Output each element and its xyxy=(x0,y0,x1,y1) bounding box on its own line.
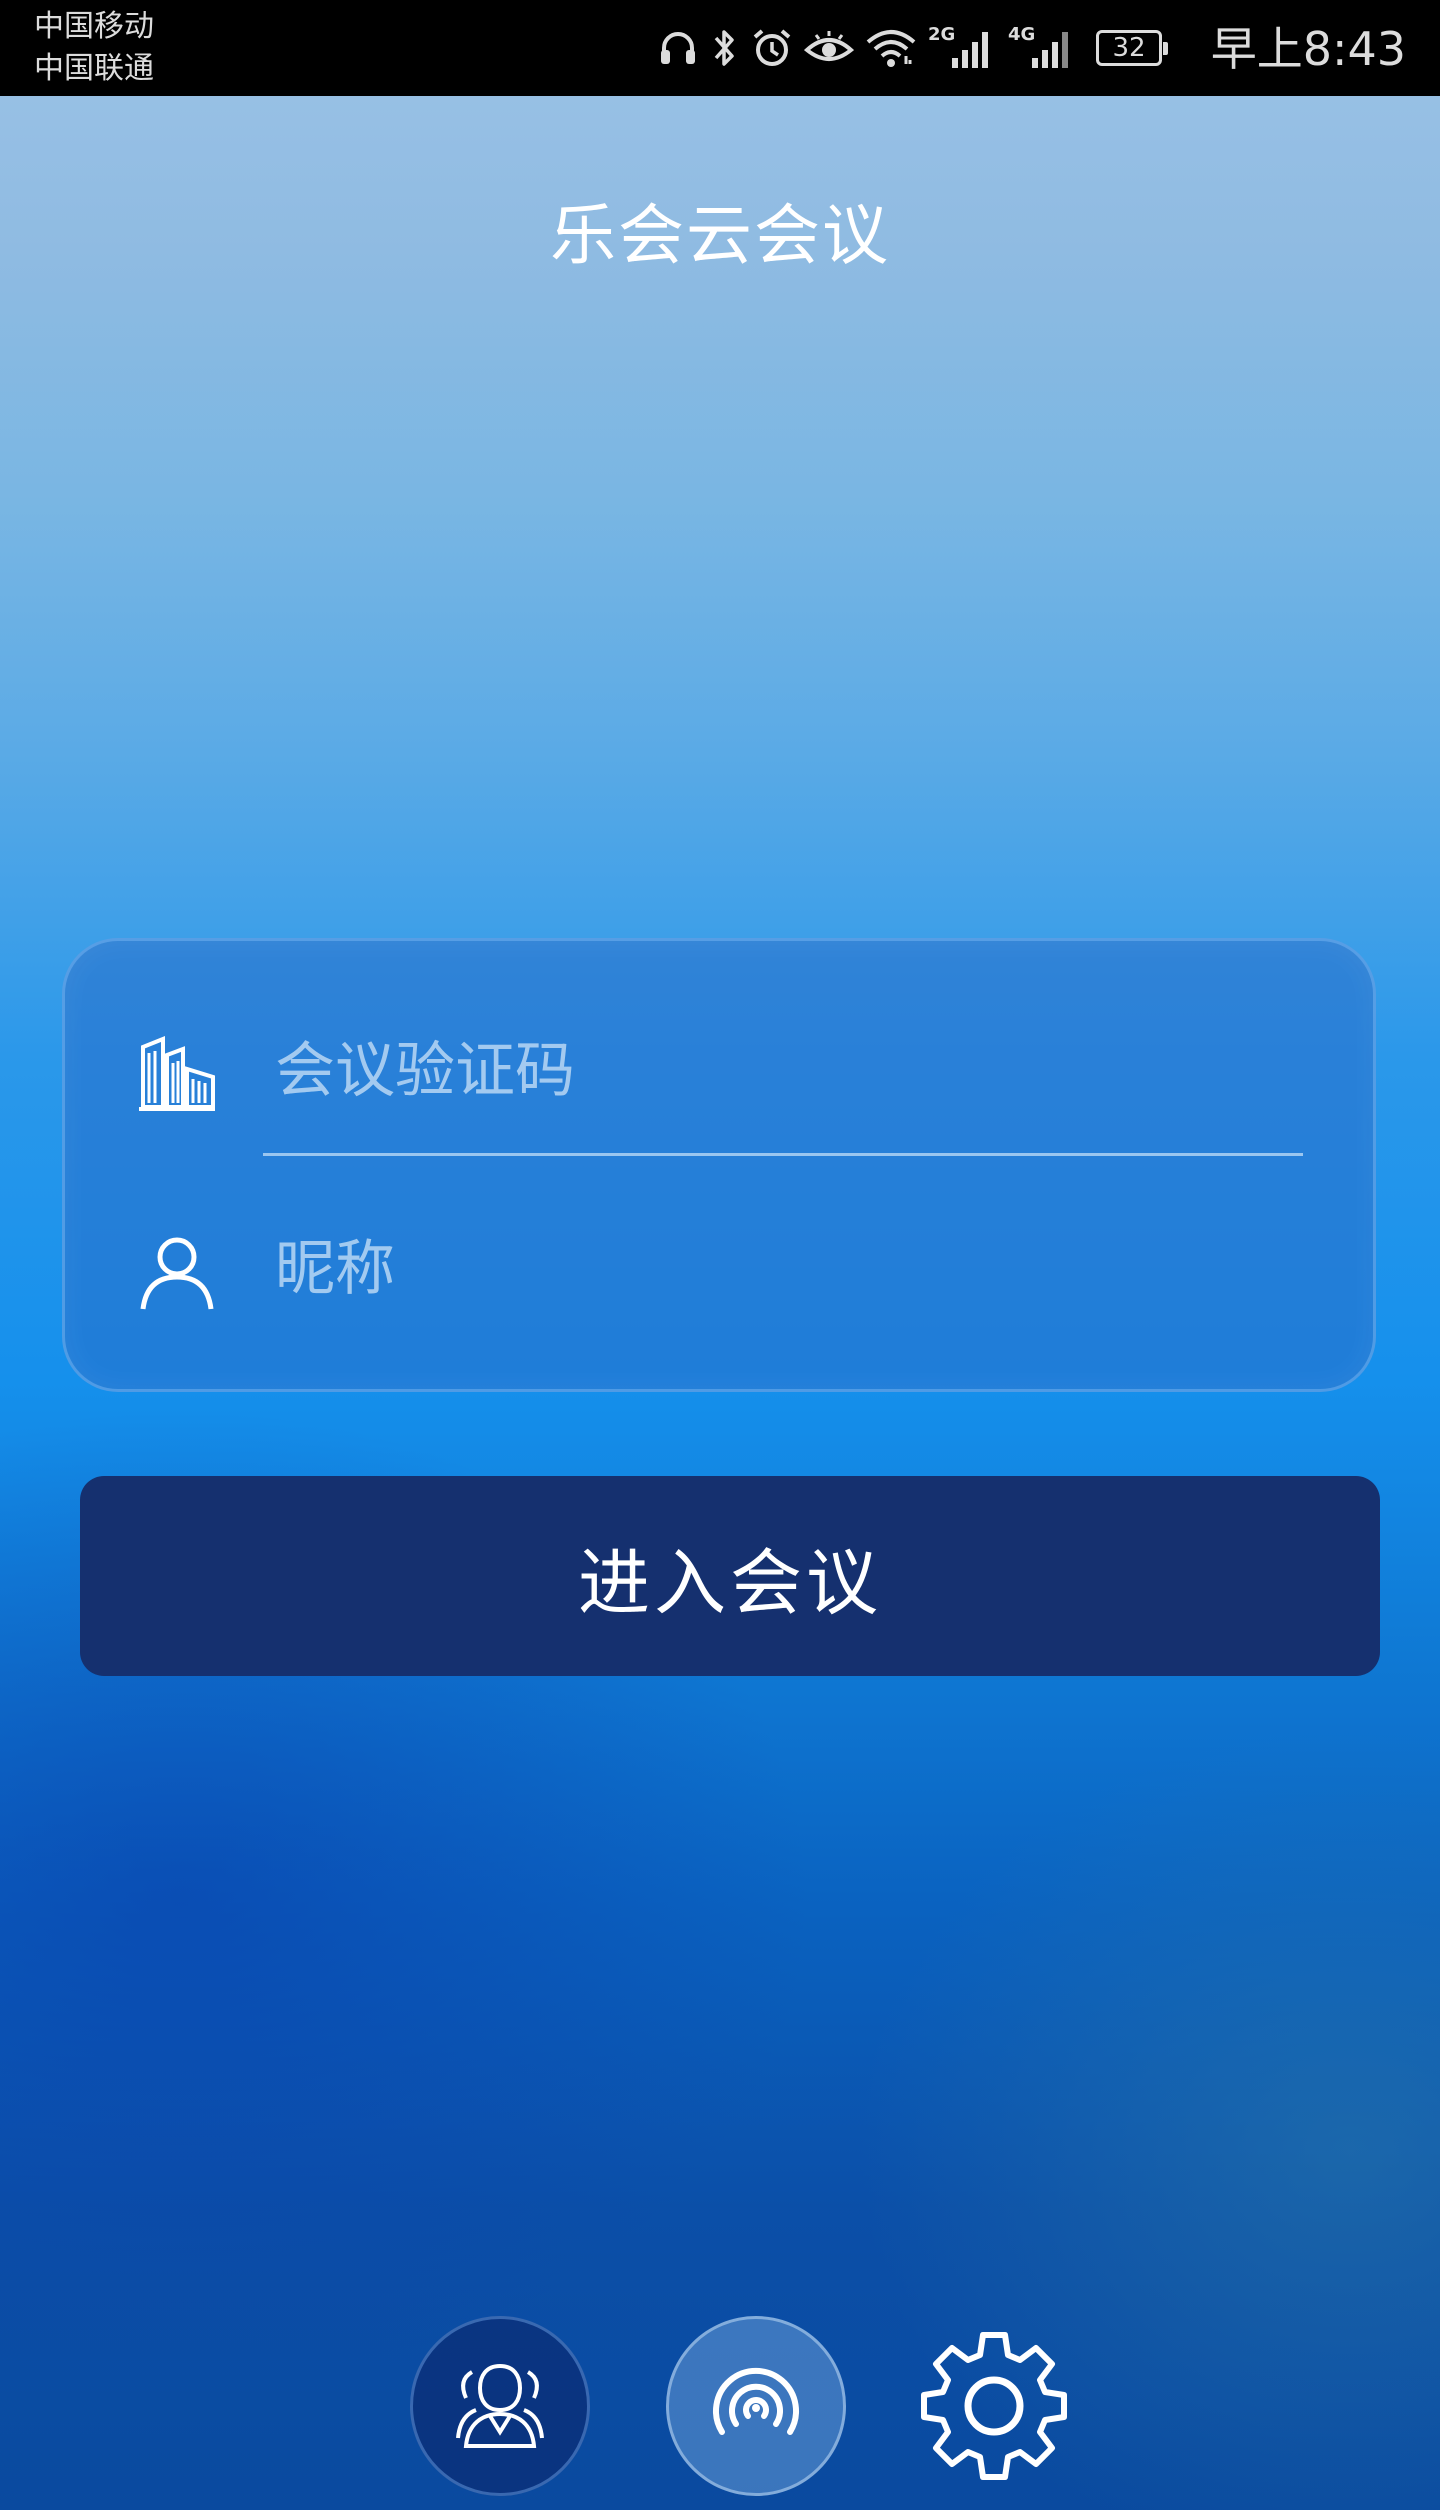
nickname-row xyxy=(65,1209,1373,1329)
settings-button[interactable] xyxy=(906,2316,1082,2496)
contacts-icon xyxy=(456,2363,544,2448)
signal-2g-icon: 2G xyxy=(928,24,998,72)
headset-icon xyxy=(661,32,695,64)
enter-meeting-button[interactable]: 进入会议 xyxy=(80,1476,1380,1676)
battery-level: 32 xyxy=(1112,33,1146,63)
signal-4g-icon: 4G xyxy=(1008,24,1078,72)
eye-comfort-icon xyxy=(804,31,854,61)
contacts-button[interactable] xyxy=(410,2316,590,2496)
carrier-name-primary: 中国移动 xyxy=(34,9,154,44)
bluetooth-icon xyxy=(714,30,734,66)
status-clock: 早上8:43 xyxy=(1210,22,1406,76)
wifi-icon xyxy=(866,30,916,67)
login-form-card xyxy=(62,938,1376,1392)
page-title: 乐会云会议 xyxy=(550,197,890,274)
bottom-nav xyxy=(0,2316,1440,2502)
user-icon xyxy=(140,1237,214,1310)
meeting-code-row xyxy=(65,1011,1373,1131)
carrier-name-secondary: 中国联通 xyxy=(34,51,154,86)
battery-icon: 32 xyxy=(1096,30,1168,66)
broadcast-button[interactable] xyxy=(666,2316,846,2496)
status-icons: 2G 4G 32 xyxy=(656,22,1168,74)
alarm-icon xyxy=(753,29,791,66)
settings-gear-icon xyxy=(921,2332,1067,2480)
status-bar: 中国移动 中国联通 2G 4G 32 早上8:43 xyxy=(0,0,1440,96)
field-divider xyxy=(263,1153,1303,1156)
nickname-input[interactable] xyxy=(275,1227,1275,1311)
signal-broadcast-icon xyxy=(713,2368,799,2435)
meeting-code-input[interactable] xyxy=(275,1029,1275,1113)
building-icon xyxy=(139,1036,215,1111)
